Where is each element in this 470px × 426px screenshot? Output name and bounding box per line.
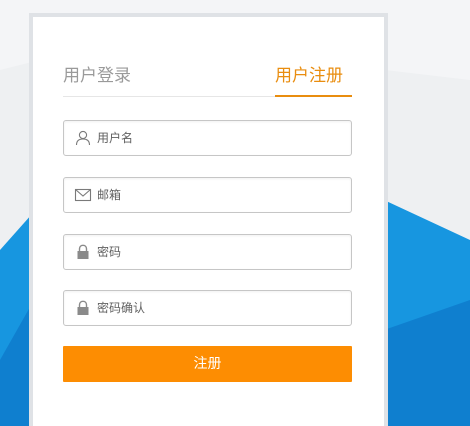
tab-login[interactable]: 用户登录 (63, 64, 131, 88)
tab-active-indicator (275, 95, 352, 97)
lock-icon (77, 300, 89, 315)
tab-register[interactable]: 用户注册 (275, 64, 343, 88)
password-field[interactable] (63, 234, 352, 270)
email-input[interactable] (97, 178, 342, 212)
password-input[interactable] (97, 235, 342, 269)
lock-icon (77, 244, 89, 259)
confirm-password-input[interactable] (97, 291, 342, 325)
envelope-icon (74, 188, 92, 202)
username-field[interactable] (63, 120, 352, 156)
confirm-password-field[interactable] (63, 290, 352, 326)
register-button[interactable]: 注册 (63, 346, 352, 382)
username-input[interactable] (97, 121, 342, 155)
user-icon (75, 130, 91, 146)
email-field[interactable] (63, 177, 352, 213)
